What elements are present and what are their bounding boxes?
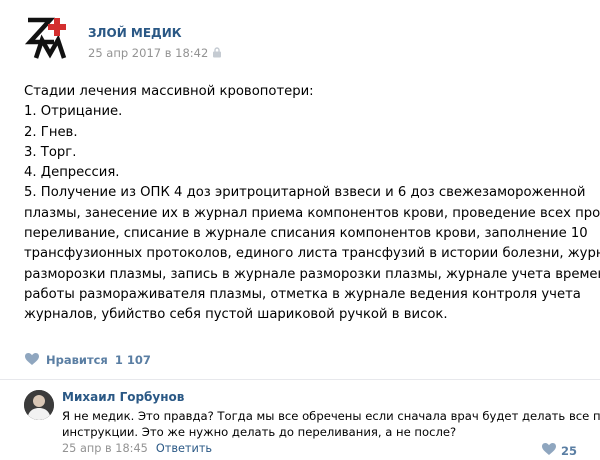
comment-text-line: инструкции. Это же нужно делать до перел… xyxy=(62,425,457,439)
post-text-line: разморозки плазмы, запись в журнале разм… xyxy=(24,266,600,282)
comment-text: Я не медик. Это правда? Тогда мы все обр… xyxy=(62,408,600,440)
post-text-line: Стадии лечения массивной кровопотери: xyxy=(24,84,314,99)
comment-meta: 25 апр в 18:45 Ответить xyxy=(62,442,212,455)
post-text-line: плазмы, занесение их в журнал приема ком… xyxy=(24,205,600,221)
comment-text-line: Я не медик. Это правда? Тогда мы все обр… xyxy=(62,409,600,423)
reply-button[interactable]: Ответить xyxy=(156,442,212,455)
post-text-line: 3. Торг. xyxy=(24,144,77,160)
comment-like-count[interactable]: 25 xyxy=(561,444,577,458)
post-text-line: переливание, списание в журнале списания… xyxy=(24,226,588,242)
heart-icon xyxy=(541,441,557,460)
group-name[interactable]: ЗЛОЙ МЕДИК xyxy=(88,26,182,40)
comment-author[interactable]: Михаил Горбунов xyxy=(62,390,184,404)
avatar[interactable] xyxy=(24,390,54,420)
zm-logo-icon[interactable] xyxy=(24,14,72,60)
post-text-line: 5. Получение из ОПК 4 доз эритроцитарной… xyxy=(24,185,586,201)
comments-divider xyxy=(0,379,600,380)
comment-date[interactable]: 25 апр в 18:45 xyxy=(62,442,148,455)
post-text-line: трансфузионных протоколов, единого листа… xyxy=(24,246,600,262)
post-text-line: 2. Гнев. xyxy=(24,124,78,140)
post-date[interactable]: 25 апр 2017 в 18:42 xyxy=(88,46,222,61)
like-label[interactable]: Нравится xyxy=(46,353,108,367)
like-count[interactable]: 1 107 xyxy=(115,353,151,367)
heart-icon xyxy=(24,351,40,370)
post-text-line: работы размораживателя плазмы, отметка в… xyxy=(24,286,581,302)
post-text-line: 4. Депрессия. xyxy=(24,165,120,181)
post-text-line: 1. Отрицание. xyxy=(24,104,123,120)
like-button[interactable]: Нравится 1 107 xyxy=(24,350,151,370)
post-text-line: журналов, убийство себя пустой шариковой… xyxy=(24,307,448,323)
comment-like-button[interactable]: 25 xyxy=(541,441,577,460)
lock-icon xyxy=(212,47,222,61)
post-text: Стадии лечения массивной кровопотери: 1.… xyxy=(24,82,600,326)
post-date-text[interactable]: 25 апр 2017 в 18:42 xyxy=(88,46,208,60)
